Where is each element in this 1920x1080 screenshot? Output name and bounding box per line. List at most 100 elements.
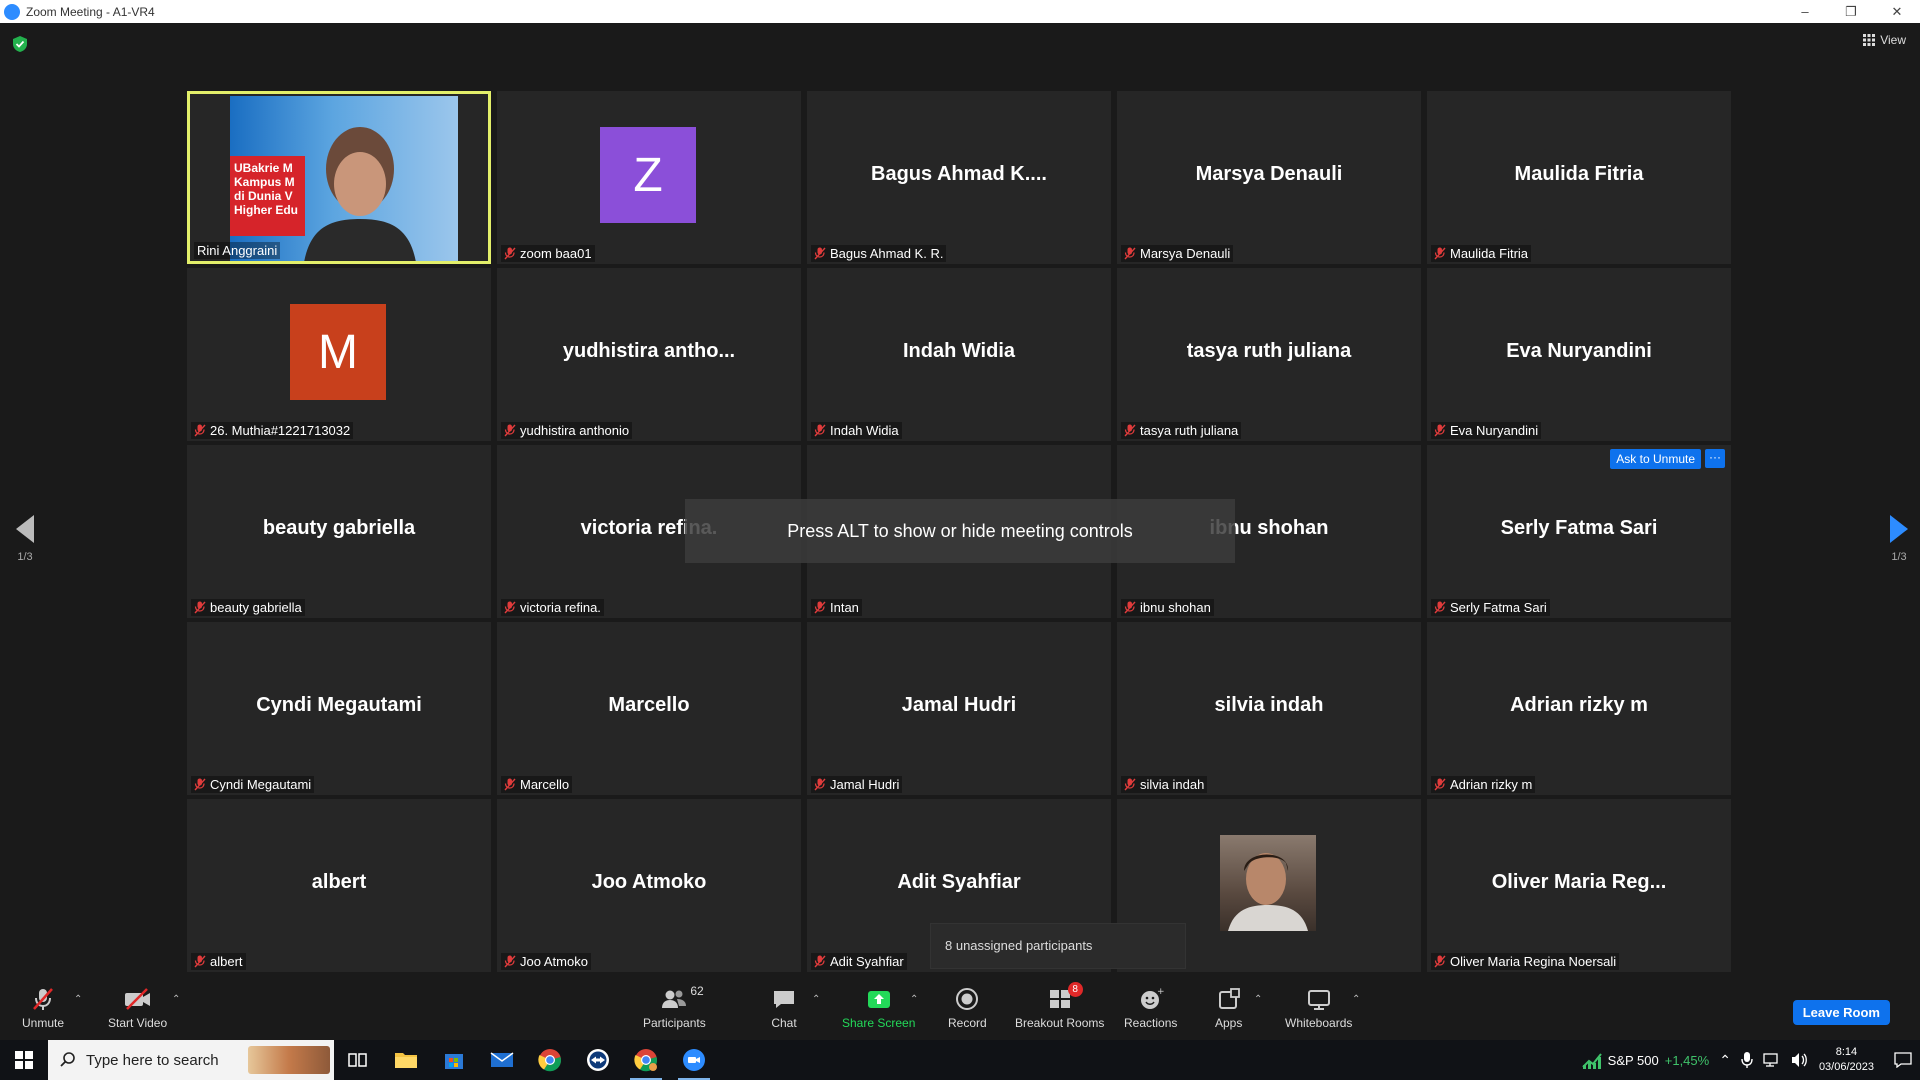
participant-tile[interactable]: Eva Nuryandini Eva Nuryandini: [1427, 268, 1731, 441]
participant-tile[interactable]: Adrian rizky m Adrian rizky m: [1427, 622, 1731, 795]
participant-tile[interactable]: Serly Fatma Sari Ask to Unmute ··· Serly Fa…: [1427, 445, 1731, 618]
whiteboard-icon: [1307, 990, 1330, 1010]
next-page-control[interactable]: 1/3: [1890, 515, 1908, 563]
task-view-icon[interactable]: [334, 1040, 382, 1080]
apps-button[interactable]: Apps: [1215, 986, 1242, 1030]
left-arrow-icon[interactable]: [16, 515, 34, 543]
participant-name-label: Eva Nuryandini: [1431, 422, 1542, 439]
participant-name-label: Joo Atmoko: [501, 953, 591, 970]
apps-options-caret-icon[interactable]: ⌃: [1254, 994, 1262, 1005]
participants-icon: [662, 990, 687, 1008]
audio-options-caret-icon[interactable]: ⌃: [74, 994, 82, 1005]
participant-tile[interactable]: M 26. Muthia#1221713032: [187, 268, 491, 441]
participant-name: Joo Atmoko: [520, 954, 588, 969]
mic-muted-icon: [814, 247, 826, 260]
whiteboards-options-caret-icon[interactable]: ⌃: [1352, 994, 1360, 1005]
view-button[interactable]: View: [1863, 33, 1906, 47]
participant-name: ibnu shohan: [1140, 600, 1211, 615]
breakout-rooms-button[interactable]: 8 Breakout Rooms: [1015, 982, 1104, 1030]
participant-tile[interactable]: Joo Atmoko Joo Atmoko: [497, 799, 801, 972]
notifications-icon[interactable]: [1894, 1052, 1912, 1068]
unassigned-participants-popup[interactable]: 8 unassigned participants: [930, 923, 1186, 969]
microsoft-store-icon[interactable]: [430, 1040, 478, 1080]
participant-tile[interactable]: yudhistira antho... yudhistira anthonio: [497, 268, 801, 441]
participant-tile[interactable]: Marcello Marcello: [497, 622, 801, 795]
microphone-icon[interactable]: [1741, 1052, 1753, 1068]
mic-muted-icon: [33, 988, 53, 1010]
tray-expand-icon[interactable]: ⌃: [1719, 1052, 1731, 1069]
reactions-button[interactable]: + Reactions: [1124, 986, 1177, 1030]
volume-icon[interactable]: [1791, 1052, 1809, 1068]
minimize-button[interactable]: –: [1782, 0, 1828, 23]
participant-tile[interactable]: Jamal Hudri Jamal Hudri: [807, 622, 1111, 795]
chrome-profile-icon[interactable]: [622, 1040, 670, 1080]
participant-tile[interactable]: UBakrie M Kampus M di Dunia V Higher Edu…: [187, 91, 491, 264]
participant-name: Intan: [830, 600, 859, 615]
mail-icon[interactable]: [478, 1040, 526, 1080]
participant-display-name: Maulida Fitria: [1514, 163, 1644, 185]
participants-button[interactable]: 62 Participants: [643, 984, 706, 1030]
video-options-caret-icon[interactable]: ⌃: [172, 994, 180, 1005]
file-explorer-icon[interactable]: [382, 1040, 430, 1080]
participant-tile[interactable]: tasya ruth juliana tasya ruth juliana: [1117, 268, 1421, 441]
participant-tile[interactable]: beauty gabriella beauty gabriella: [187, 445, 491, 618]
participant-tile[interactable]: albert albert: [187, 799, 491, 972]
participant-display-name: Oliver Maria Reg...: [1491, 871, 1667, 893]
mic-muted-icon: [504, 247, 516, 260]
more-options-button[interactable]: ···: [1705, 449, 1725, 468]
participant-tile[interactable]: Oliver Maria Reg... Oliver Maria Regina N…: [1427, 799, 1731, 972]
participant-name: tasya ruth juliana: [1140, 423, 1239, 438]
close-button[interactable]: ✕: [1874, 0, 1920, 23]
window-controls: – ❐ ✕: [1782, 0, 1920, 23]
participant-tile[interactable]: Zzoom baa01: [497, 91, 801, 264]
participant-tile[interactable]: Indah Widia Indah Widia: [807, 268, 1111, 441]
search-icon: [60, 1052, 75, 1067]
system-tray: S&P 500 +1,45% ⌃ 8:14 03/06/2023: [1581, 1040, 1920, 1080]
view-label: View: [1880, 33, 1906, 47]
participant-tile[interactable]: Maulida Fitria Maulida Fitria: [1427, 91, 1731, 264]
previous-page-control[interactable]: 1/3: [16, 515, 34, 563]
participant-name: Marcello: [520, 777, 570, 792]
participant-name-label: Adrian rizky m: [1431, 776, 1536, 793]
whiteboards-button[interactable]: Whiteboards: [1285, 986, 1352, 1030]
mic-muted-icon: [1434, 955, 1446, 968]
mic-muted-icon: [814, 424, 826, 437]
participant-name-label: Rini Anggraini: [194, 242, 281, 259]
clock[interactable]: 8:14 03/06/2023: [1819, 1045, 1874, 1075]
chrome-icon[interactable]: [526, 1040, 574, 1080]
share-screen-button[interactable]: Share Screen: [842, 986, 915, 1030]
stock-widget[interactable]: S&P 500 +1,45%: [1581, 1051, 1709, 1069]
taskbar-search-box[interactable]: Type here to search: [48, 1040, 334, 1080]
participant-video: UBakrie M Kampus M di Dunia V Higher Edu: [230, 96, 458, 261]
unmute-button[interactable]: Unmute: [22, 986, 64, 1030]
start-video-button[interactable]: Start Video: [108, 986, 167, 1030]
participant-name-label: Adit Syahfiar: [811, 953, 907, 970]
security-shield-icon[interactable]: [12, 35, 28, 53]
participant-tile[interactable]: Bagus Ahmad K.... Bagus Ahmad K. R.: [807, 91, 1111, 264]
participant-tile[interactable]: silvia indah silvia indah: [1117, 622, 1421, 795]
chat-button[interactable]: Chat: [771, 986, 797, 1030]
mic-muted-icon: [194, 778, 206, 791]
search-placeholder: Type here to search: [86, 1051, 219, 1069]
leave-room-button[interactable]: Leave Room: [1792, 1000, 1890, 1025]
avatar-letter: M: [318, 325, 358, 379]
participant-name-label: victoria refina.: [501, 599, 604, 616]
teamviewer-icon[interactable]: [574, 1040, 622, 1080]
participant-name-label: Marcello: [501, 776, 573, 793]
mic-muted-icon: [504, 778, 516, 791]
mic-muted-icon: [1124, 601, 1136, 614]
record-icon: [956, 988, 979, 1010]
share-options-caret-icon[interactable]: ⌃: [910, 994, 918, 1005]
record-button[interactable]: Record: [948, 986, 987, 1030]
participant-tile[interactable]: Cyndi Megautami Cyndi Megautami: [187, 622, 491, 795]
participant-name: Serly Fatma Sari: [1450, 600, 1547, 615]
network-icon[interactable]: [1763, 1052, 1781, 1068]
participant-tile[interactable]: Marsya Denauli Marsya Denauli: [1117, 91, 1421, 264]
chat-options-caret-icon[interactable]: ⌃: [812, 994, 820, 1005]
participant-name-label: Bagus Ahmad K. R.: [811, 245, 947, 262]
right-arrow-icon[interactable]: [1890, 515, 1908, 543]
ask-to-unmute-button[interactable]: Ask to Unmute: [1610, 449, 1701, 469]
start-button[interactable]: [0, 1040, 48, 1080]
zoom-taskbar-icon[interactable]: [670, 1040, 718, 1080]
restore-button[interactable]: ❐: [1828, 0, 1874, 23]
